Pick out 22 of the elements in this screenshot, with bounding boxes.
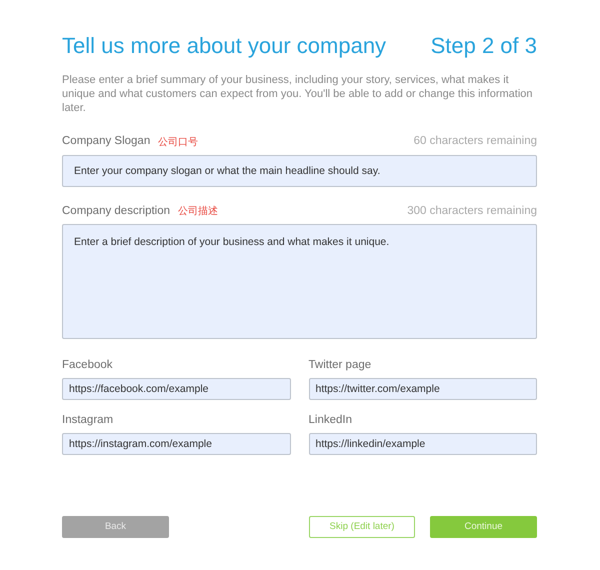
field-label: Company description (62, 204, 170, 219)
step-indicator: Step 2 of 3 (430, 33, 537, 60)
input-field[interactable]: https://linkedin/example (308, 433, 537, 456)
input-field[interactable]: https://facebook.com/example (62, 378, 290, 400)
field-label: Facebook (62, 358, 114, 373)
field-label: Instagram (62, 413, 114, 428)
character-counter: 60 characters remaining (414, 134, 537, 150)
back-button[interactable]: Back (62, 516, 169, 538)
annotation-text: 公司描述 (178, 204, 218, 219)
input-field[interactable]: Enter your company slogan or what the main headline should say. (62, 154, 537, 187)
field-label: Company Slogan (62, 134, 150, 150)
character-counter: 300 characters remaining (407, 204, 537, 219)
page-title: Tell us more about your company (62, 33, 386, 60)
intro-text: Please enter a brief summary of your business, including your story, services, what makes it unique and what customers can expect from you. You'll be able to add or change this information later. (62, 73, 534, 116)
text-area[interactable]: Enter a brief description of your business and what makes it unique. (62, 224, 537, 339)
field-label: Twitter page (308, 358, 372, 373)
annotation-text: 公司口号 (158, 136, 198, 150)
input-field[interactable]: https://twitter.com/example (308, 378, 537, 400)
continue-button[interactable]: Continue (430, 516, 537, 538)
input-field[interactable]: https://instagram.com/example (62, 433, 290, 456)
skip-button[interactable]: Skip (Edit later) (309, 516, 415, 538)
field-label: LinkedIn (308, 413, 353, 428)
